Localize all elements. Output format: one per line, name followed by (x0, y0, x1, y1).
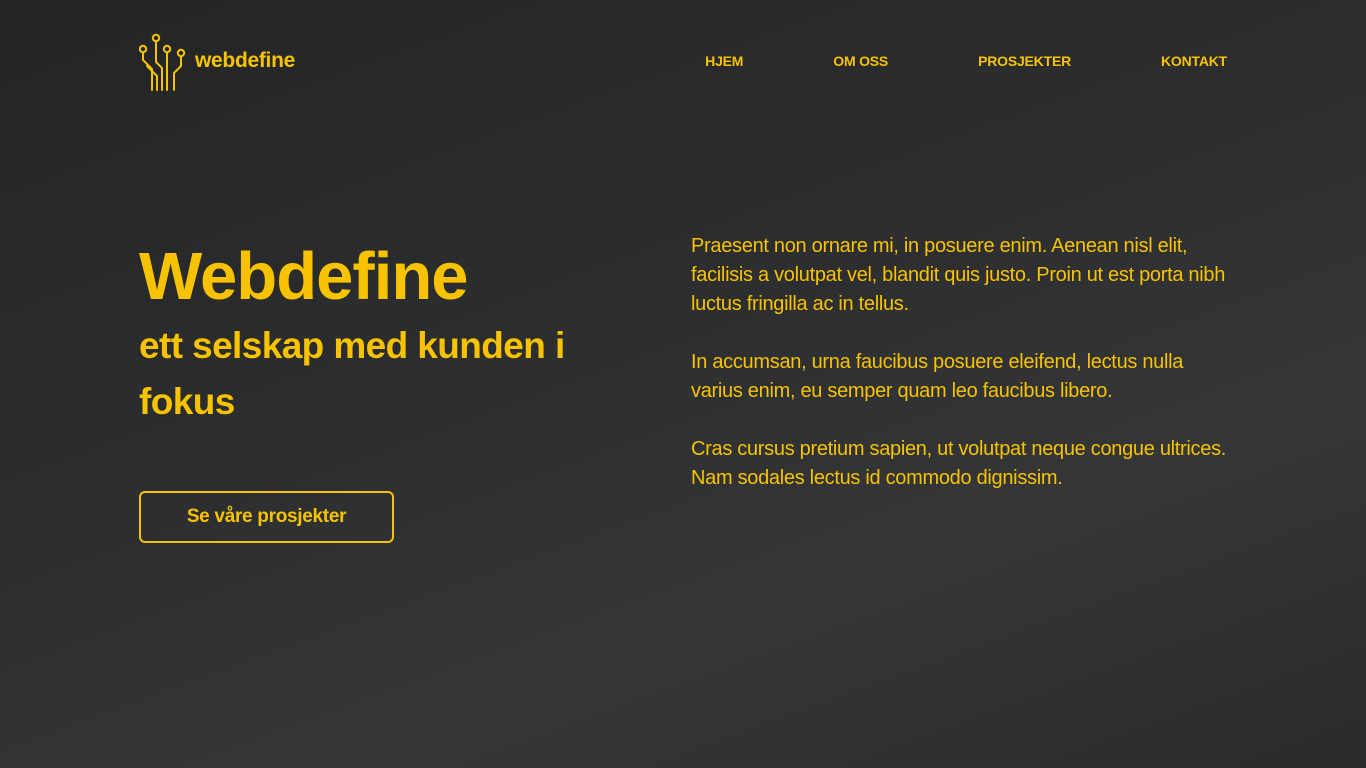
brand-name: webdefine (195, 49, 295, 72)
logo[interactable]: webdefine (139, 32, 295, 92)
intro-paragraph: Cras cursus pretium sapien, ut volutpat … (691, 438, 1227, 489)
intro-text: Praesent non ornare mi, in posuere enim.… (691, 232, 1236, 522)
nav-item-kontakt[interactable]: KONTAKT (1161, 53, 1227, 69)
nav-item-hjem[interactable]: HJEM (705, 53, 743, 69)
site-header: webdefine HJEM OM OSS PROSJEKTER KONTAKT (139, 32, 1227, 92)
hero-subtitle: ett selskap med kunden i fokus (139, 325, 565, 422)
see-projects-button[interactable]: Se våre prosjekter (139, 491, 394, 543)
intro-paragraph: In accumsan, urna faucibus posuere eleif… (691, 351, 1184, 402)
circuit-icon (139, 33, 186, 91)
nav-item-prosjekter[interactable]: PROSJEKTER (978, 53, 1071, 69)
hero-title: Webdefine (139, 239, 469, 314)
hero-section: Webdefine ett selskap med kunden i fokus (139, 236, 639, 430)
main-nav: HJEM OM OSS PROSJEKTER KONTAKT (705, 53, 1227, 69)
intro-paragraph: Praesent non ornare mi, in posuere enim.… (691, 235, 1226, 315)
nav-item-om-oss[interactable]: OM OSS (833, 53, 888, 69)
